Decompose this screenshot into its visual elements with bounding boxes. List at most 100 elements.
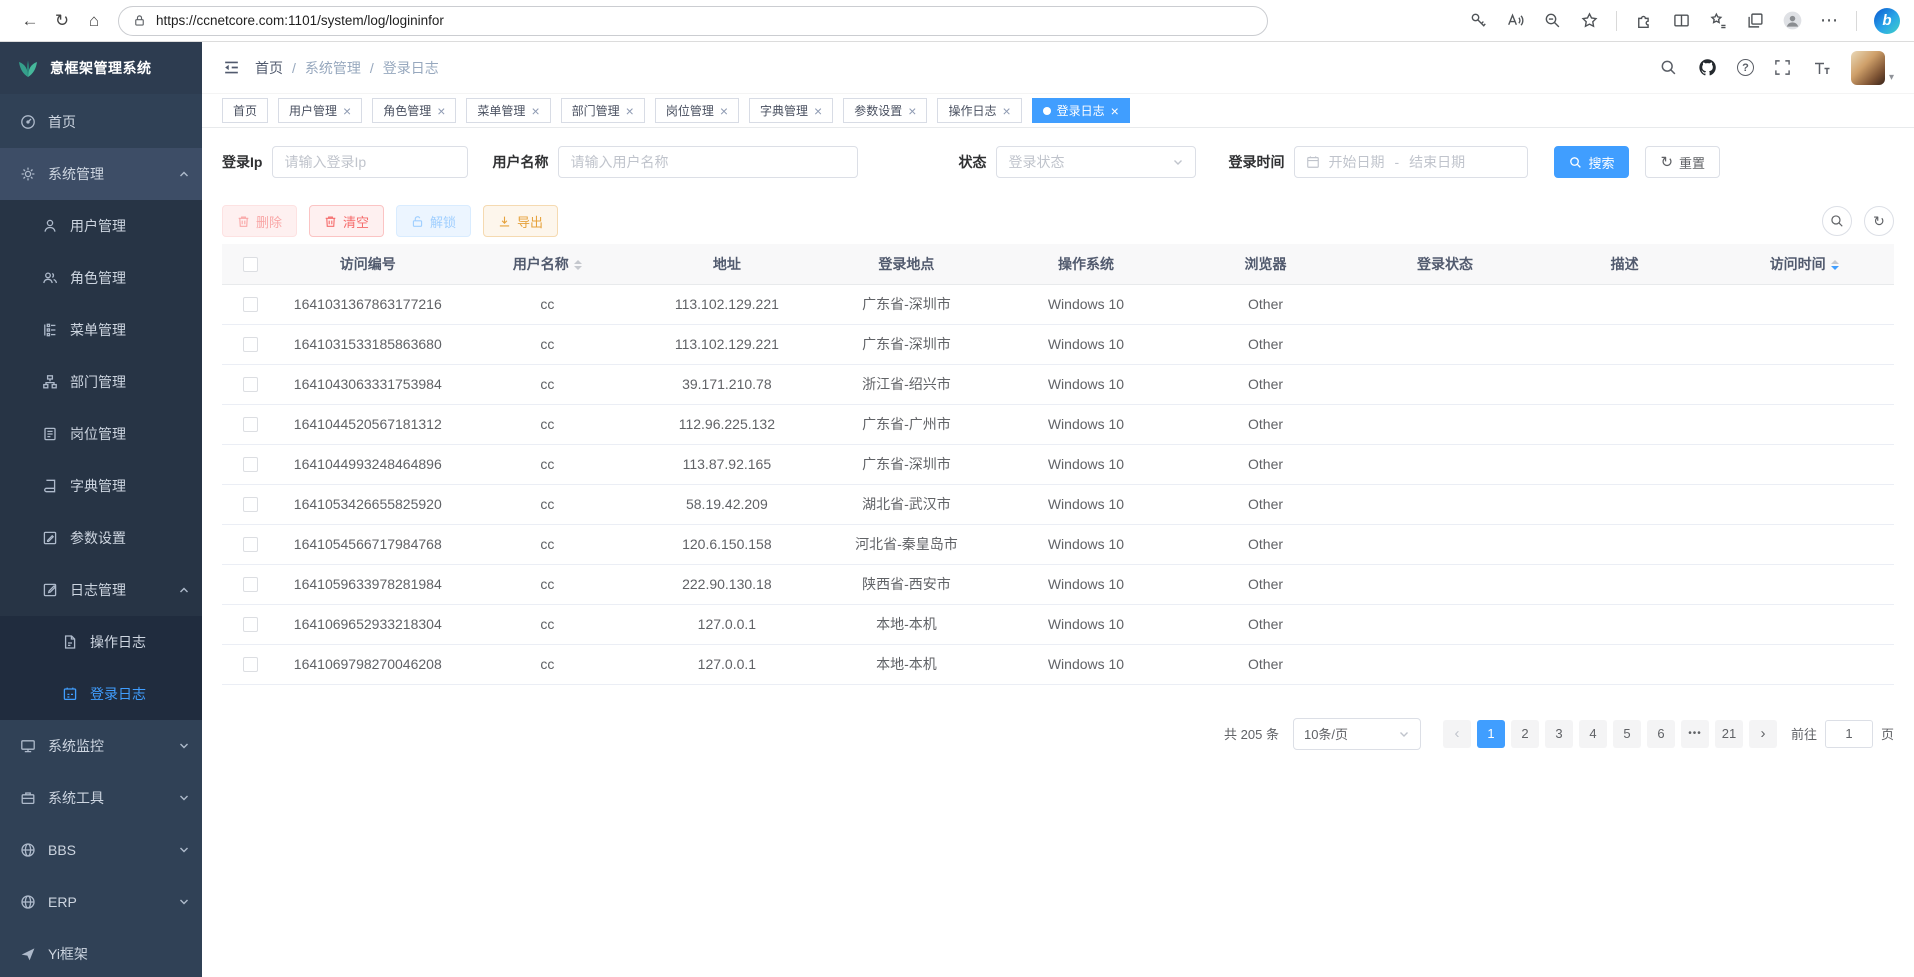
clear-button[interactable]: 清空: [309, 205, 384, 237]
sort-desc-caret[interactable]: [574, 266, 582, 270]
browser-profile-avatar[interactable]: [1782, 11, 1802, 31]
row-checkbox[interactable]: [243, 457, 258, 472]
row-checkbox[interactable]: [243, 577, 258, 592]
favorites-icon[interactable]: [1708, 11, 1728, 31]
help-icon[interactable]: ?: [1737, 59, 1754, 76]
page-button-4[interactable]: 4: [1579, 720, 1607, 748]
row-checkbox[interactable]: [243, 297, 258, 312]
sort-asc-caret[interactable]: [574, 260, 582, 264]
tab-menu-admin[interactable]: 菜单管理×: [466, 98, 550, 123]
page-button-6[interactable]: 6: [1647, 720, 1675, 748]
split-screen-icon[interactable]: [1671, 11, 1691, 31]
tab-login-log[interactable]: 登录日志×: [1032, 98, 1130, 123]
extensions-icon[interactable]: [1634, 11, 1654, 31]
github-icon[interactable]: [1698, 58, 1718, 78]
sidebar-item-system-monitor[interactable]: 系统监控: [0, 720, 202, 772]
status-select[interactable]: 登录状态: [996, 146, 1196, 178]
user-avatar[interactable]: [1851, 51, 1885, 85]
login-ip-field[interactable]: [272, 146, 468, 178]
toggle-search-button[interactable]: [1822, 206, 1852, 236]
sort-asc-caret[interactable]: [1831, 260, 1839, 264]
address-bar[interactable]: https://ccnetcore.com:1101/system/log/lo…: [118, 6, 1268, 36]
sidebar-item-login-log[interactable]: 登录日志: [0, 668, 202, 720]
row-checkbox[interactable]: [243, 377, 258, 392]
reset-button[interactable]: ↻ 重置: [1645, 146, 1720, 178]
tab-close-icon[interactable]: ×: [343, 104, 351, 118]
end-date-placeholder[interactable]: 结束日期: [1409, 152, 1465, 172]
tab-param-settings[interactable]: 参数设置×: [843, 98, 927, 123]
sidebar-item-log-admin[interactable]: 日志管理: [0, 564, 202, 616]
start-date-placeholder[interactable]: 开始日期: [1328, 152, 1384, 172]
sidebar-item-system-admin[interactable]: 系统管理: [0, 148, 202, 200]
browser-more-button[interactable]: ⋯: [1819, 11, 1839, 31]
browser-back-button[interactable]: ←: [14, 5, 46, 37]
sort-carets[interactable]: [1831, 260, 1839, 270]
sort-carets[interactable]: [574, 260, 582, 270]
row-checkbox[interactable]: [243, 617, 258, 632]
row-checkbox[interactable]: [243, 537, 258, 552]
tab-role-admin[interactable]: 角色管理×: [372, 98, 456, 123]
tab-close-icon[interactable]: ×: [1111, 104, 1119, 118]
sidebar-item-dept-admin[interactable]: 部门管理: [0, 356, 202, 408]
tab-post-admin[interactable]: 岗位管理×: [655, 98, 739, 123]
bing-copilot-button[interactable]: b: [1874, 8, 1900, 34]
tab-close-icon[interactable]: ×: [908, 104, 916, 118]
page-size-select[interactable]: 10条/页: [1293, 718, 1421, 750]
row-checkbox[interactable]: [243, 417, 258, 432]
sidebar-item-menu-admin[interactable]: 菜单管理: [0, 304, 202, 356]
font-size-icon[interactable]: [1812, 58, 1832, 78]
unlock-button[interactable]: 解锁: [396, 205, 471, 237]
column-header-time[interactable]: 访问时间: [1714, 244, 1894, 284]
sidebar-item-dict-admin[interactable]: 字典管理: [0, 460, 202, 512]
add-favorite-star-icon[interactable]: [1579, 11, 1599, 31]
login-ip-input[interactable]: [284, 154, 456, 170]
page-button-5[interactable]: 5: [1613, 720, 1641, 748]
sidebar-item-yi-framework[interactable]: Yi框架: [0, 928, 202, 977]
sidebar-item-home[interactable]: 首页: [0, 96, 202, 148]
breadcrumb-item[interactable]: 首页: [255, 58, 283, 78]
export-button[interactable]: 导出: [483, 205, 558, 237]
tab-close-icon[interactable]: ×: [531, 104, 539, 118]
user-name-field[interactable]: [558, 146, 858, 178]
row-checkbox[interactable]: [243, 657, 258, 672]
prev-page-button[interactable]: ‹: [1443, 720, 1471, 748]
page-button-1[interactable]: 1: [1477, 720, 1505, 748]
collections-icon[interactable]: [1745, 11, 1765, 31]
sidebar-item-bbs[interactable]: BBS: [0, 824, 202, 876]
tab-dict-admin[interactable]: 字典管理×: [749, 98, 833, 123]
row-checkbox[interactable]: [243, 337, 258, 352]
page-button-3[interactable]: 3: [1545, 720, 1573, 748]
tab-dept-admin[interactable]: 部门管理×: [561, 98, 645, 123]
delete-button[interactable]: 删除: [222, 205, 297, 237]
refresh-table-button[interactable]: ↻: [1864, 206, 1894, 236]
tab-close-icon[interactable]: ×: [814, 104, 822, 118]
row-checkbox[interactable]: [243, 497, 258, 512]
fullscreen-icon[interactable]: [1773, 58, 1793, 78]
read-aloud-icon[interactable]: [1505, 11, 1525, 31]
user-name-input[interactable]: [570, 154, 846, 170]
page-button-2[interactable]: 2: [1511, 720, 1539, 748]
collapse-sidebar-icon[interactable]: [222, 58, 241, 77]
breadcrumb-item[interactable]: 系统管理: [305, 58, 361, 78]
sidebar-item-param-settings[interactable]: 参数设置: [0, 512, 202, 564]
tab-home[interactable]: 首页: [222, 98, 268, 123]
goto-page-input[interactable]: [1825, 720, 1873, 748]
tab-user-admin[interactable]: 用户管理×: [278, 98, 362, 123]
user-avatar-wrap[interactable]: ▾: [1851, 51, 1894, 85]
tab-close-icon[interactable]: ×: [720, 104, 728, 118]
sidebar-item-operation-log[interactable]: 操作日志: [0, 616, 202, 668]
sidebar-item-role-admin[interactable]: 角色管理: [0, 252, 202, 304]
header-search-icon[interactable]: [1659, 58, 1679, 78]
browser-home-button[interactable]: ⌂: [78, 5, 110, 37]
password-key-icon[interactable]: [1468, 11, 1488, 31]
page-button-21[interactable]: 21: [1715, 720, 1743, 748]
tab-close-icon[interactable]: ×: [626, 104, 634, 118]
column-header-user[interactable]: 用户名称: [458, 244, 638, 284]
sidebar-item-erp[interactable]: ERP: [0, 876, 202, 928]
tab-close-icon[interactable]: ×: [1002, 104, 1010, 118]
tab-operation-log[interactable]: 操作日志×: [937, 98, 1021, 123]
sort-desc-caret[interactable]: [1831, 266, 1839, 270]
date-range-picker[interactable]: 开始日期 - 结束日期: [1294, 146, 1528, 178]
page-more-button[interactable]: •••: [1681, 720, 1709, 748]
sidebar-item-post-admin[interactable]: 岗位管理: [0, 408, 202, 460]
